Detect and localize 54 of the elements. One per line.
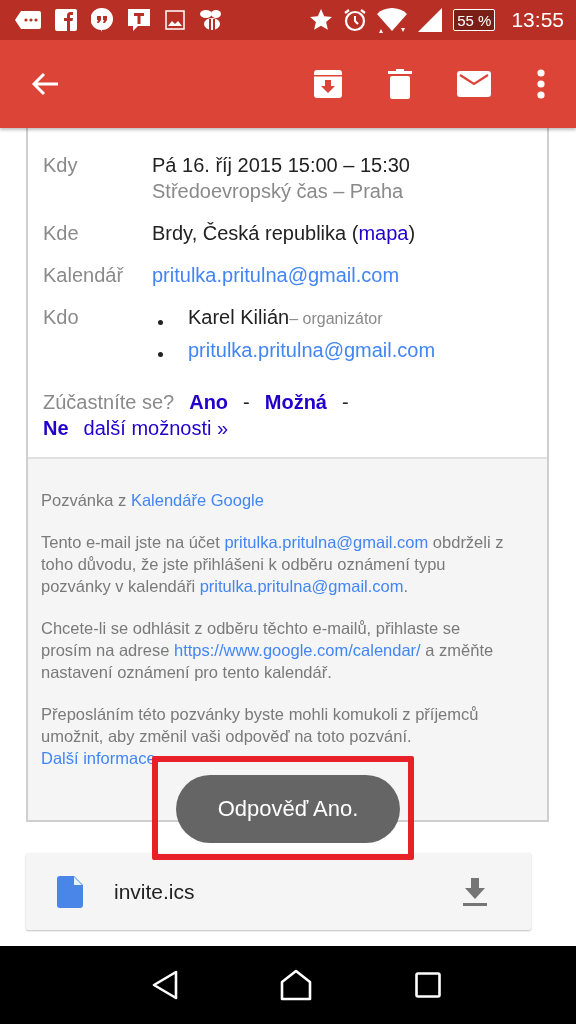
- bee-icon: [199, 9, 223, 31]
- bullet-icon: [158, 319, 163, 325]
- trash-icon[interactable]: [388, 69, 412, 99]
- battery-indicator: 55 %: [453, 9, 496, 31]
- attachment-card[interactable]: invite.ics: [26, 853, 531, 930]
- back-arrow-icon[interactable]: [31, 72, 59, 96]
- field-value: Středoevropský čas – Praha: [152, 180, 404, 202]
- clock-time: 13:55: [511, 8, 564, 32]
- rsvp-option-link[interactable]: Ne: [43, 415, 69, 441]
- image-icon: [165, 10, 185, 30]
- link[interactable]: pritulka.pritulna@gmail.com: [188, 337, 436, 363]
- field-label: Kalendář: [43, 263, 125, 288]
- field-label: Kdo: [43, 305, 80, 330]
- toast-message: Odpověď Ano.: [176, 775, 400, 843]
- message-icon: [127, 8, 151, 32]
- mail-icon[interactable]: [457, 71, 491, 97]
- link[interactable]: pritulka.pritulna@gmail.com: [152, 264, 400, 286]
- link[interactable]: Kalendáře Google: [130, 491, 264, 509]
- field-value: Brdy, Česká republika (mapa): [152, 222, 416, 244]
- paragraph: Chcete-li se odhlásit z odběru těchto e-mailů, přihlaste se prosím na adrese https://www.google.com/calendar/ a změňte nastavení oznámení pro tento kalendář.: [41, 618, 495, 683]
- field-label: Kdy: [43, 153, 79, 178]
- rsvp-option-link[interactable]: Možná: [264, 389, 327, 415]
- separator-text: -: [243, 390, 250, 415]
- separator-text: -: [341, 390, 349, 415]
- more-options-link[interactable]: další možnosti »: [83, 415, 229, 441]
- signal-icon: [417, 7, 444, 33]
- field-label: Kde: [43, 221, 80, 246]
- link[interactable]: pritulka.pritulna@gmail.com: [199, 577, 404, 595]
- link[interactable]: Další informace: [41, 749, 156, 767]
- back-icon[interactable]: [152, 970, 179, 1000]
- wifi-icon: [377, 7, 408, 33]
- star-icon: [309, 8, 334, 32]
- paragraph: Přeposláním této pozvánky byste mohli komukoli z příjemců umožnit, aby změnil vaši odpověď na toto pozvání. Další informace: [41, 704, 480, 769]
- archive-icon[interactable]: [313, 69, 343, 99]
- link[interactable]: pritulka.pritulna@gmail.com: [224, 533, 429, 551]
- quote-bubble-icon: [91, 8, 113, 32]
- home-icon[interactable]: [280, 969, 313, 1001]
- file-name: invite.ics: [114, 879, 196, 904]
- field-value: Karel Kilián– organizátor: [188, 305, 383, 330]
- rsvp-option-link[interactable]: Ano: [189, 389, 229, 415]
- link[interactable]: mapa: [358, 222, 409, 244]
- recents-icon[interactable]: [414, 972, 441, 998]
- paragraph: Tento e-mail jste na účet pritulka.pritulna@gmail.com obdrželi z toho důvodu, že jste přihlášeni k odběru oznámení typu pozvánky v kalendáři pritulka.pritulna@gmail.com.: [41, 532, 505, 597]
- tag-icon: [15, 10, 41, 30]
- social-icon: [55, 9, 77, 31]
- link[interactable]: https://www.google.com/calendar/: [174, 641, 421, 659]
- paragraph: Pozvánka z Kalendáře Google: [41, 490, 265, 511]
- more-options-icon[interactable]: [536, 69, 546, 99]
- alarm-clock-icon: [343, 8, 368, 32]
- file-icon: [57, 875, 83, 908]
- download-icon[interactable]: [463, 877, 487, 906]
- field-value: Pá 16. říj 2015 15:00 – 15:30: [152, 154, 410, 176]
- bullet-icon: [158, 351, 163, 357]
- rsvp-prompt: Zúčastníte se?: [43, 390, 175, 415]
